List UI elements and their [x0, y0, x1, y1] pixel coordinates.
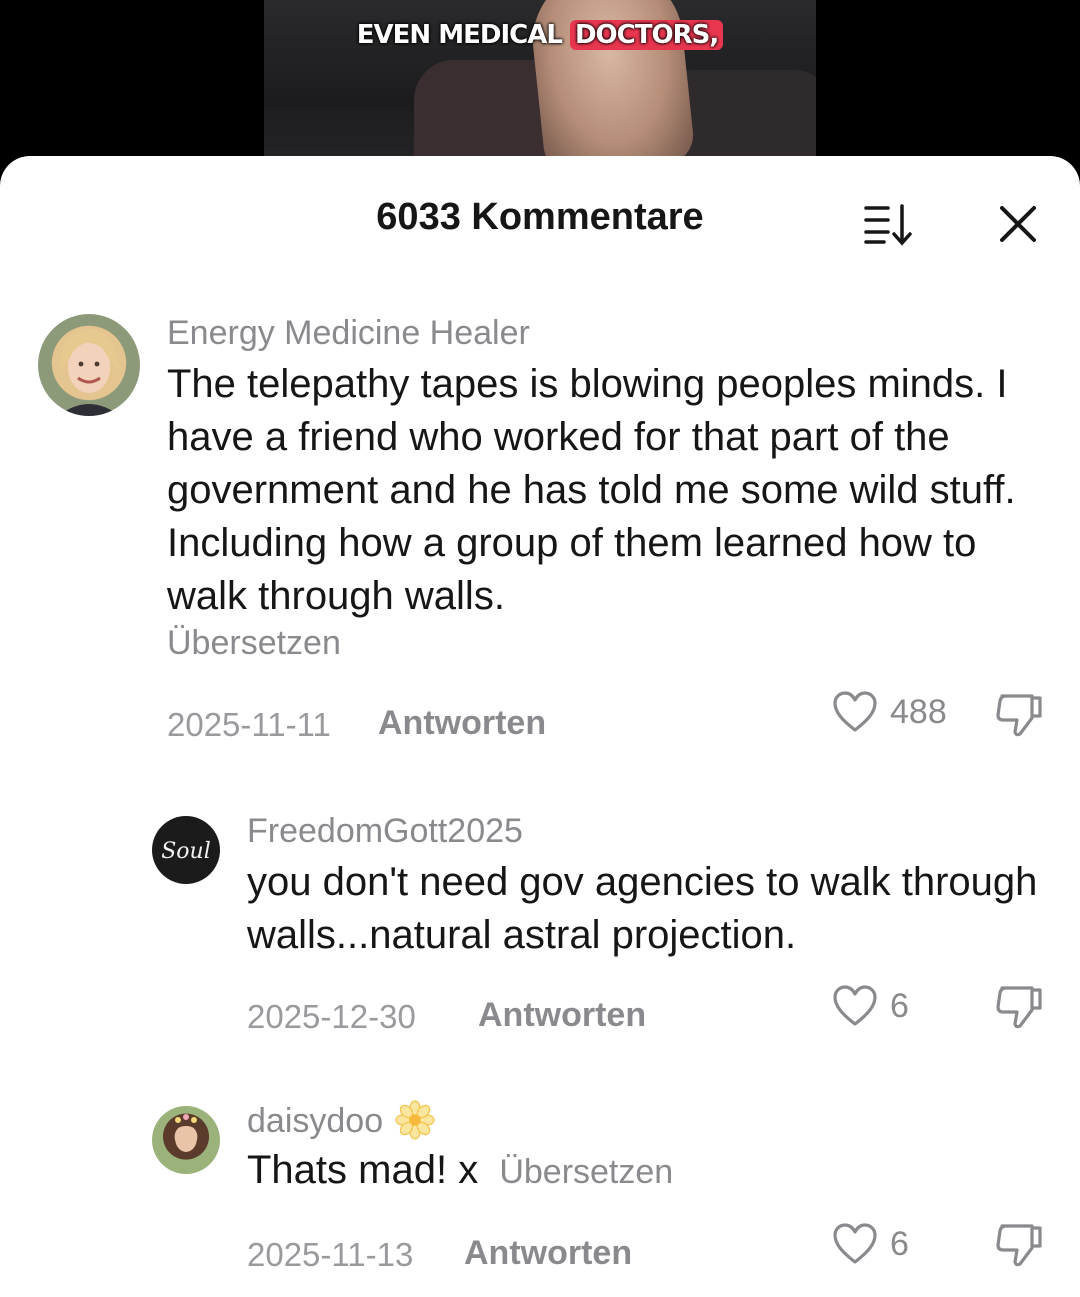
avatar[interactable]	[38, 314, 140, 416]
avatar-portrait	[172, 1114, 200, 1152]
comment-text: Thats mad! x Übersetzen	[247, 1144, 1047, 1199]
avatar[interactable]: Soul	[152, 816, 220, 884]
video-player[interactable]: EVEN MEDICAL DOCTORS,	[264, 0, 816, 170]
comment-date: 2025-11-11	[167, 706, 331, 743]
reply-button[interactable]: Antworten	[378, 704, 546, 743]
comments-count-title: 6033 Kommentare	[376, 196, 704, 238]
thumbs-down-icon	[996, 986, 1042, 1029]
comment-username-text: daisydoo	[247, 1102, 384, 1140]
close-button[interactable]	[994, 202, 1042, 246]
comment-username[interactable]: FreedomGott2025	[247, 812, 523, 851]
comments-header: 6033 Kommentare	[0, 156, 1080, 280]
sort-button[interactable]	[862, 200, 916, 246]
like-button[interactable]: 6	[832, 984, 909, 1028]
comment-text: The telepathy tapes is blowing peoples m…	[167, 358, 1047, 623]
comment-text-content: The telepathy tapes is blowing peoples m…	[167, 362, 1016, 618]
like-button[interactable]: 6	[832, 1222, 909, 1266]
like-count: 488	[890, 692, 947, 731]
like-count: 6	[890, 1224, 909, 1263]
dislike-button[interactable]	[994, 692, 1044, 738]
thumbs-down-icon	[996, 1224, 1042, 1267]
video-caption: EVEN MEDICAL DOCTORS,	[264, 20, 816, 50]
comment-text-content: Thats mad! x	[247, 1148, 479, 1192]
close-icon	[1000, 206, 1036, 242]
comment-text: you don't need gov agencies to walk thro…	[247, 856, 1047, 962]
translate-link[interactable]: Übersetzen	[167, 624, 341, 663]
comment-username[interactable]: daisydoo	[247, 1100, 435, 1141]
dislike-button[interactable]	[994, 1222, 1044, 1268]
heart-icon	[833, 1223, 877, 1264]
video-caption-highlight: DOCTORS,	[569, 20, 724, 50]
reply-button[interactable]: Antworten	[464, 1234, 632, 1273]
like-count: 6	[890, 986, 909, 1025]
like-button[interactable]: 488	[832, 690, 947, 734]
reply-button[interactable]: Antworten	[478, 996, 646, 1035]
flower-icon	[394, 1100, 435, 1140]
avatar-portrait	[58, 330, 120, 416]
comments-sheet: 6033 Kommentare Energy Medicine Healer T…	[0, 156, 1080, 1297]
dislike-button[interactable]	[994, 984, 1044, 1030]
avatar-logo: Soul	[161, 839, 211, 864]
comment-date: 2025-11-13	[247, 1236, 414, 1273]
comment-text-content: you don't need gov agencies to walk thro…	[247, 860, 1038, 957]
avatar[interactable]	[152, 1106, 220, 1174]
heart-icon	[833, 985, 877, 1026]
thumbs-down-icon	[996, 694, 1042, 737]
translate-link[interactable]: Übersetzen	[499, 1153, 673, 1191]
comment-username[interactable]: Energy Medicine Healer	[167, 314, 530, 353]
sort-icon	[864, 204, 912, 246]
avatar-logo-text: Soul	[161, 839, 211, 864]
video-caption-text: EVEN MEDICAL	[356, 20, 563, 50]
heart-icon	[833, 691, 877, 732]
comment-date: 2025-12-30	[247, 998, 416, 1035]
